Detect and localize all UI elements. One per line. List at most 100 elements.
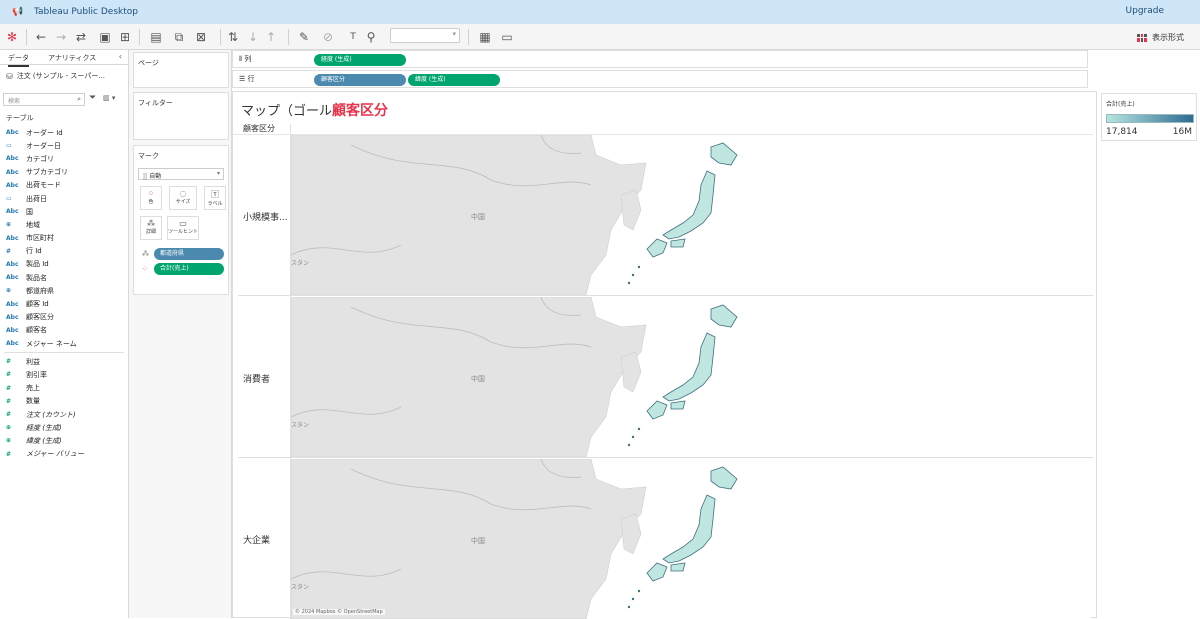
rows-label: 行 — [247, 75, 255, 83]
dimension-item[interactable]: Abc 国 — [0, 205, 128, 218]
latitude-pill[interactable]: 緯度 (生成) — [408, 74, 500, 86]
map-corporate[interactable]: 中国 スタン — [291, 459, 1091, 619]
field-type-icon: Abc — [6, 340, 19, 348]
island-dot — [627, 605, 631, 609]
dimension-item[interactable]: ⊕ 地域 — [0, 218, 128, 231]
row-label-small-business[interactable]: 小規模事... — [243, 210, 288, 223]
dimension-item[interactable]: ▭ 出荷日 — [0, 192, 128, 205]
labels-icon[interactable]: T — [346, 29, 360, 45]
longitude-pill[interactable]: 経度 (生成) — [314, 54, 406, 66]
highlight-icon[interactable]: ✎ — [296, 29, 312, 45]
viz-title-highlight: 顧客区分 — [332, 103, 389, 119]
map-consumer[interactable]: 中国 スタン — [291, 297, 1091, 457]
dimension-item[interactable]: Abc 顧客 Id — [0, 297, 128, 310]
fit-dropdown[interactable]: ▾ — [390, 28, 460, 43]
dimension-item[interactable]: Abc サブカテゴリ — [0, 166, 128, 179]
view-options-icon[interactable]: ▥ ▾ — [103, 94, 115, 102]
field-type-icon: Abc — [6, 313, 19, 321]
dimension-item[interactable]: Abc カテゴリ — [0, 152, 128, 165]
measure-item[interactable]: # メジャー バリュー — [0, 448, 128, 461]
clear-sheet-icon[interactable]: ⊠ — [192, 29, 210, 45]
segment-header: 顧客区分 — [243, 124, 275, 133]
mark-type-dropdown[interactable]: ⸾⸾ 自動 ▾ — [138, 168, 224, 180]
swap-icon[interactable]: ⇄ — [72, 29, 90, 45]
presentation-icon[interactable]: ▭ — [500, 29, 514, 45]
tooltip-button[interactable]: ▭ ツールヒント — [167, 216, 199, 240]
measure-item[interactable]: # 利益 — [0, 355, 128, 368]
sales-sum-pill[interactable]: 合計(売上) — [154, 263, 224, 275]
data-pane: データ アナリティクス ‹ ⛁ 注文 (サンプル - スーパー... 検索 ⌕ … — [0, 50, 129, 618]
dimension-item[interactable]: Abc 顧客区分 — [0, 311, 128, 324]
color-legend[interactable]: 合計(売上) 17,814 16M — [1101, 93, 1197, 141]
datasource-item[interactable]: ⛁ 注文 (サンプル - スーパー... — [6, 71, 124, 81]
show-me-button[interactable]: 表示形式 — [1137, 32, 1184, 43]
mainland-shape — [291, 297, 647, 457]
field-type-icon: ⊕ — [6, 424, 12, 432]
new-datasource-icon[interactable]: ⊞ — [118, 29, 132, 45]
size-button[interactable]: ◌ サイズ — [169, 186, 197, 210]
swap-rows-columns-icon[interactable]: ⇅ — [226, 29, 240, 45]
segment-pill[interactable]: 顧客区分 — [314, 74, 406, 86]
tableau-logo-icon[interactable]: ✻ — [6, 29, 18, 45]
collapse-icon[interactable]: ‹ — [119, 52, 122, 61]
show-cards-icon[interactable]: ▦ — [476, 29, 494, 45]
map-small-business[interactable]: 中国 スタン — [291, 135, 1091, 295]
dimension-item[interactable]: Abc 出荷モード — [0, 179, 128, 192]
tab-data[interactable]: データ — [8, 53, 29, 67]
pages-card-title: ページ — [138, 59, 159, 67]
detail-pill-icon: ⁂ — [142, 250, 149, 258]
dimension-item[interactable]: Abc 市区町村 — [0, 232, 128, 245]
viz-title[interactable]: マップ（ゴール顧客区分 — [241, 100, 388, 120]
pin-icon[interactable]: ⚲ — [364, 29, 378, 45]
measure-item[interactable]: # 割引率 — [0, 368, 128, 381]
save-icon[interactable]: ▣ — [98, 29, 112, 45]
group-icon[interactable]: ⊘ — [320, 29, 336, 45]
island-dot — [627, 281, 631, 285]
pages-card[interactable]: ページ — [133, 52, 229, 88]
duplicate-icon[interactable]: ⧉ — [172, 29, 186, 45]
measure-item[interactable]: ⊕ 緯度 (生成) — [0, 434, 128, 447]
upgrade-link[interactable]: Upgrade — [1126, 6, 1164, 16]
filters-card[interactable]: フィルター — [133, 92, 229, 140]
rows-shelf[interactable]: ☰ 行 顧客区分 緯度 (生成) — [232, 70, 1088, 88]
measure-item[interactable]: # 売上 — [0, 382, 128, 395]
dimension-item[interactable]: Abc 製品名 — [0, 271, 128, 284]
color-label: 色 — [148, 199, 154, 205]
row-label-corporate[interactable]: 大企業 — [243, 533, 270, 546]
dimension-item[interactable]: ⊕ 都道府県 — [0, 284, 128, 297]
island-dot — [637, 589, 641, 593]
measure-item[interactable]: # 注文 (カウント) — [0, 408, 128, 421]
sort-descending-icon[interactable]: ↑ — [264, 29, 278, 45]
dimension-item[interactable]: Abc メジャー ネーム — [0, 337, 128, 350]
redo-icon[interactable]: → — [54, 29, 68, 45]
row-label-consumer[interactable]: 消費者 — [243, 372, 270, 385]
field-label: 行 Id — [26, 247, 42, 256]
tab-analytics[interactable]: アナリティクス — [48, 53, 96, 63]
filters-card-title: フィルター — [138, 99, 173, 107]
map-attribution[interactable]: © 2024 Mapbox © OpenStreetMap — [293, 609, 385, 615]
color-button[interactable]: ⁘ 色 — [140, 186, 162, 210]
island-dot — [631, 597, 635, 601]
dimension-item[interactable]: Abc 顧客名 — [0, 324, 128, 337]
field-label: オーダー日 — [26, 141, 61, 150]
sort-ascending-icon[interactable]: ↓ — [246, 29, 260, 45]
field-type-icon: Abc — [6, 300, 19, 308]
search-input[interactable]: 検索 ⌕ — [3, 93, 85, 106]
new-worksheet-icon[interactable]: ▤ — [146, 29, 166, 45]
dimension-item[interactable]: # 行 Id — [0, 245, 128, 258]
prefecture-pill[interactable]: 都道府県 — [154, 248, 224, 260]
columns-shelf[interactable]: ⦀ 列 経度 (生成) — [232, 50, 1088, 68]
measure-item[interactable]: # 数量 — [0, 395, 128, 408]
dimension-item[interactable]: ▭ オーダー日 — [0, 139, 128, 152]
dimension-item[interactable]: Abc 製品 Id — [0, 258, 128, 271]
filter-icon[interactable]: ⏷ — [89, 93, 96, 103]
chevron-down-icon: ▾ — [216, 170, 220, 177]
label-button[interactable]: 🅃 ラベル — [204, 186, 226, 210]
field-type-icon: ▭ — [6, 142, 12, 150]
undo-icon[interactable]: ← — [34, 29, 48, 45]
field-label: メジャー バリュー — [26, 450, 84, 459]
measure-item[interactable]: ⊕ 経度 (生成) — [0, 421, 128, 434]
dimension-item[interactable]: Abc オーダー Id — [0, 126, 128, 139]
detail-button[interactable]: ⁂ 詳細 — [140, 216, 162, 240]
field-label: 割引率 — [26, 370, 47, 379]
